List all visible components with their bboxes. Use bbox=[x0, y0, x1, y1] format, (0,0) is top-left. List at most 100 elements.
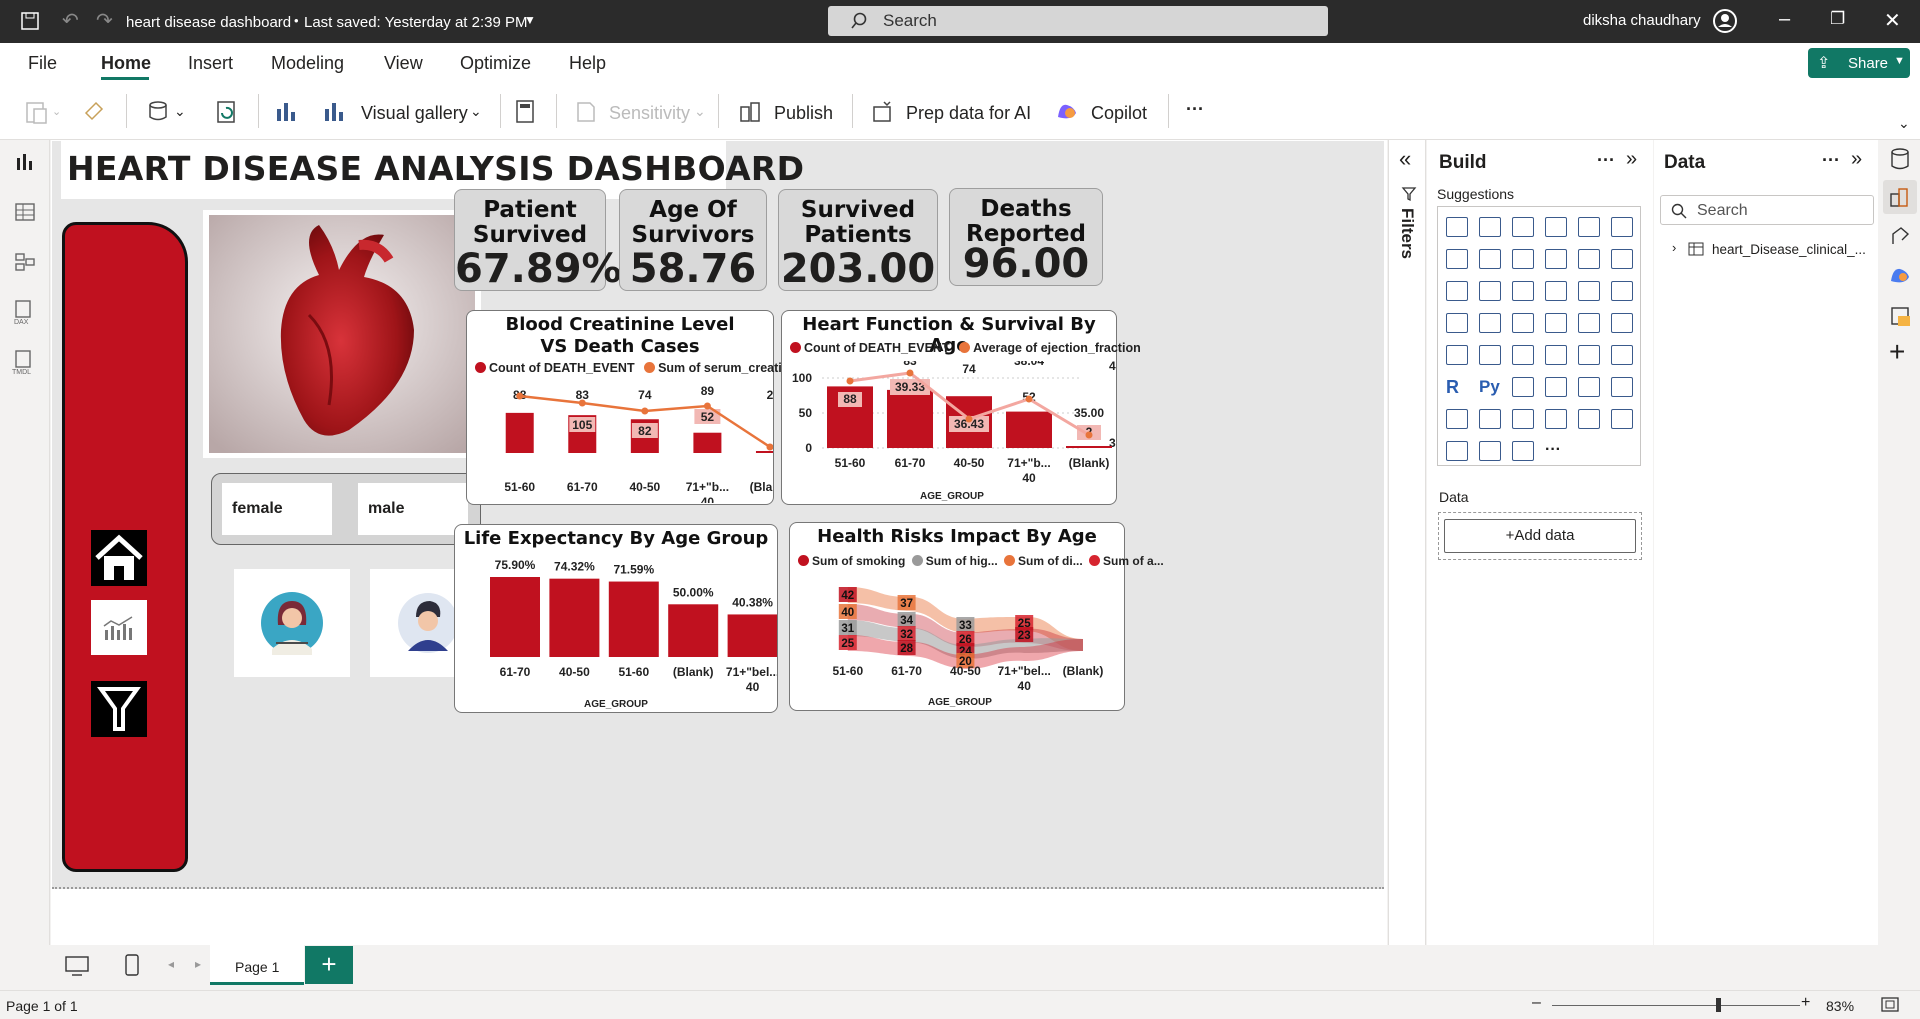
goals-visual-icon[interactable] bbox=[1446, 409, 1468, 429]
map-visual-icon[interactable] bbox=[1479, 313, 1501, 333]
chart-life-expectancy[interactable]: Life Expectancy By Age Group 75.90% 61-70… bbox=[454, 524, 778, 713]
visual-gallery-label[interactable]: Visual gallery bbox=[361, 103, 468, 124]
paginated-report-icon[interactable] bbox=[1611, 377, 1633, 397]
smart-narrative-icon[interactable] bbox=[1479, 409, 1501, 429]
stacked-area-chart-icon[interactable] bbox=[1512, 249, 1534, 269]
redo-icon[interactable]: ↷ bbox=[96, 8, 113, 33]
tab-view[interactable]: View bbox=[384, 53, 423, 74]
arcgis-map-icon[interactable] bbox=[1446, 441, 1468, 461]
new-slicer-icon[interactable] bbox=[1611, 409, 1633, 429]
chevron-down-icon[interactable]: ⌄ bbox=[52, 105, 61, 118]
prev-page-icon[interactable]: ◂ bbox=[168, 957, 174, 971]
zoom-in-icon[interactable]: + bbox=[1801, 994, 1810, 1012]
slicer-option-male[interactable]: male bbox=[358, 483, 468, 535]
slicer-visual-icon[interactable] bbox=[1545, 345, 1567, 365]
azure-map-icon[interactable] bbox=[1578, 313, 1600, 333]
zoom-slider-handle[interactable] bbox=[1716, 998, 1721, 1012]
kpi-deaths-reported[interactable]: Deaths Reported 96.00 bbox=[949, 188, 1103, 287]
publish-icon[interactable] bbox=[738, 99, 764, 125]
data-table-name[interactable]: heart_Disease_clinical_... bbox=[1712, 242, 1866, 257]
sensitivity-icon[interactable] bbox=[574, 99, 598, 125]
power-apps-icon[interactable] bbox=[1512, 409, 1534, 429]
data-search-input[interactable]: Search bbox=[1660, 195, 1874, 225]
kpi-age-of-survivors[interactable]: Age Of Survivors 58.76 bbox=[619, 189, 767, 292]
line-clustered-chart-icon[interactable] bbox=[1611, 249, 1633, 269]
bookmarks-icon[interactable] bbox=[1888, 304, 1912, 328]
more-options-icon[interactable]: ··· bbox=[1822, 150, 1840, 171]
chart-heart-function-survival[interactable]: Heart Function & Survival By Age Count o… bbox=[781, 310, 1141, 505]
search-box[interactable]: Search bbox=[828, 6, 1328, 36]
tab-modeling[interactable]: Modeling bbox=[271, 53, 344, 74]
expand-filters-icon[interactable]: « bbox=[1399, 146, 1411, 172]
chevron-down-icon[interactable]: ⌄ bbox=[694, 103, 706, 120]
charts-nav-button[interactable] bbox=[91, 600, 147, 655]
add-data-button[interactable]: +Add data bbox=[1444, 519, 1636, 553]
multi-row-card-icon[interactable] bbox=[1479, 345, 1501, 365]
kpi-patient-survived[interactable]: Patient Survived 67.89% bbox=[454, 189, 622, 292]
desktop-layout-icon[interactable] bbox=[64, 955, 90, 977]
zoom-slider-track[interactable] bbox=[1552, 1005, 1800, 1006]
report-canvas[interactable]: HEART DISEASE ANALYSIS DASHBOARD female bbox=[52, 141, 1384, 889]
table-visual-icon[interactable] bbox=[1578, 345, 1600, 365]
pie-chart-icon[interactable] bbox=[1578, 281, 1600, 301]
key-influencers-icon[interactable] bbox=[1512, 377, 1534, 397]
power-automate-icon[interactable] bbox=[1545, 409, 1567, 429]
tmdl-view-icon[interactable]: TMDL bbox=[11, 348, 39, 376]
funnel-chart-icon[interactable] bbox=[1512, 281, 1534, 301]
clustered-column-chart-icon[interactable] bbox=[1545, 217, 1567, 237]
page-tab-1[interactable]: Page 1 bbox=[210, 945, 304, 985]
slicer-option-female[interactable]: female bbox=[222, 483, 332, 535]
new-visual-icon[interactable] bbox=[274, 99, 300, 125]
copilot-icon[interactable] bbox=[1054, 99, 1080, 125]
gauge-chart-icon[interactable] bbox=[1611, 313, 1633, 333]
more-options-icon[interactable]: ··· bbox=[1186, 99, 1204, 120]
collapse-pane-icon[interactable]: » bbox=[1626, 148, 1637, 171]
r-script-visual-icon[interactable]: R bbox=[1446, 377, 1468, 397]
chevron-down-icon[interactable]: ⌄ bbox=[174, 103, 186, 120]
saved-status[interactable]: Last saved: Yesterday at 2:39 PM bbox=[304, 14, 527, 31]
line-column-chart-icon[interactable] bbox=[1578, 249, 1600, 269]
expand-chevron-icon[interactable]: › bbox=[1672, 240, 1676, 255]
next-page-icon[interactable]: ▸ bbox=[195, 957, 201, 971]
qa-visual-icon[interactable] bbox=[1578, 377, 1600, 397]
line-chart-icon[interactable] bbox=[1446, 249, 1468, 269]
document-title[interactable]: heart disease dashboard bbox=[126, 14, 291, 31]
fit-to-page-icon[interactable] bbox=[1880, 996, 1900, 1014]
area-chart-icon[interactable] bbox=[1479, 249, 1501, 269]
matrix-visual-icon[interactable] bbox=[1611, 345, 1633, 365]
dax-query-icon[interactable]: DAX bbox=[11, 298, 39, 326]
more-visuals-icon[interactable]: ··· bbox=[1545, 441, 1567, 461]
kpi-visual-icon[interactable] bbox=[1512, 345, 1534, 365]
chart-creatinine-vs-death[interactable]: Blood Creatinine Level VS Death Cases Co… bbox=[466, 310, 807, 505]
filters-pane-collapsed[interactable]: « Filters bbox=[1388, 140, 1426, 945]
visual-gallery-icon[interactable] bbox=[322, 99, 348, 125]
new-card-icon[interactable] bbox=[1578, 409, 1600, 429]
prep-data-icon[interactable] bbox=[870, 99, 896, 125]
collapse-pane-icon[interactable]: » bbox=[1851, 148, 1862, 171]
minimize-icon[interactable]: – bbox=[1779, 8, 1790, 31]
tab-insert[interactable]: Insert bbox=[188, 53, 233, 74]
more-options-icon[interactable]: ··· bbox=[1597, 150, 1615, 171]
sensitivity-label[interactable]: Sensitivity bbox=[609, 103, 690, 124]
share-button[interactable]: ⇪ Share ▼ bbox=[1808, 48, 1910, 78]
stacked-column-chart-icon[interactable] bbox=[1479, 217, 1501, 237]
prep-data-label[interactable]: Prep data for AI bbox=[906, 103, 1031, 124]
kpi-survived-patients[interactable]: Survived Patients 203.00 bbox=[778, 189, 938, 292]
female-avatar-card[interactable] bbox=[234, 569, 350, 677]
add-page-button[interactable]: + bbox=[305, 946, 353, 984]
chevron-down-icon[interactable]: ▼ bbox=[524, 13, 536, 27]
card-visual-icon[interactable] bbox=[1446, 345, 1468, 365]
chevron-visual-icon[interactable] bbox=[1512, 441, 1534, 461]
tab-file[interactable]: File bbox=[28, 53, 57, 74]
stacked-bar-chart-icon[interactable] bbox=[1446, 217, 1468, 237]
publish-label[interactable]: Publish bbox=[774, 103, 833, 124]
python-visual-icon[interactable]: Py bbox=[1479, 377, 1501, 397]
refresh-icon[interactable] bbox=[214, 99, 240, 125]
copilot-label[interactable]: Copilot bbox=[1091, 103, 1147, 124]
100-column-chart-icon[interactable] bbox=[1611, 217, 1633, 237]
100-area-chart-icon[interactable] bbox=[1545, 249, 1567, 269]
copilot-icon[interactable] bbox=[1888, 264, 1912, 288]
scatter-chart-icon[interactable] bbox=[1545, 281, 1567, 301]
home-nav-button[interactable] bbox=[91, 530, 147, 586]
model-view-icon[interactable] bbox=[13, 250, 37, 274]
